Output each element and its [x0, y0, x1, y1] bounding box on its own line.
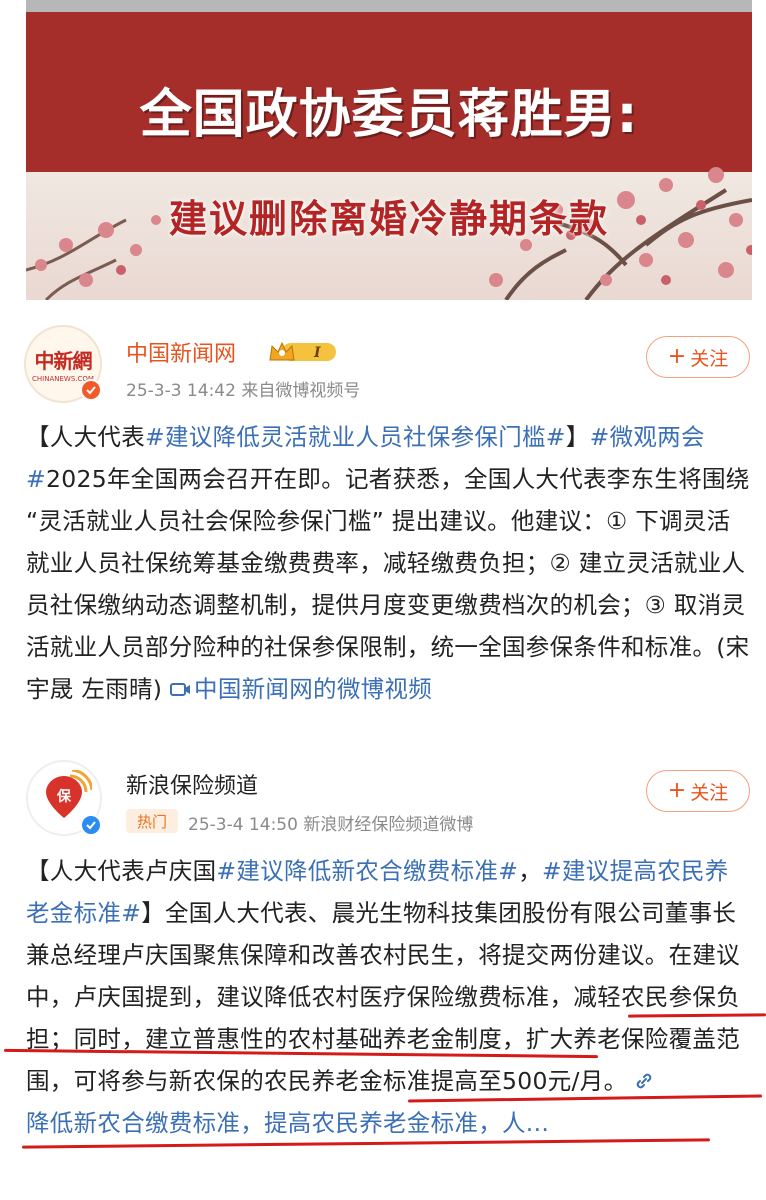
- post-timestamp-source: 25-3-3 14:42 来自微博视频号: [126, 381, 361, 401]
- follow-button[interactable]: + 关注: [646, 336, 750, 378]
- banner-top-strip: [26, 0, 752, 12]
- video-link-text: 中国新闻网的微博视频: [194, 675, 433, 703]
- verified-badge-icon: [80, 814, 102, 836]
- username[interactable]: 新浪保险频道: [126, 768, 258, 800]
- follow-label: 关注: [690, 781, 729, 804]
- post-text: 】全国人大代表、晨光生物科技集团股份有限公司董事长兼总经理卢庆国聚焦保障和改善农…: [26, 899, 740, 1095]
- verified-badge-icon: [80, 379, 102, 401]
- post-body: 【人大代表卢庆国#建议降低新农合缴费标准#，#建议提高农民养老金标准#】全国人大…: [26, 850, 750, 1144]
- post-text: 】: [565, 423, 590, 451]
- topic-link[interactable]: #建议降低新农合缴费标准#: [216, 857, 518, 885]
- topic-link[interactable]: #建议降低灵活就业人员社保参保门槛#: [145, 423, 566, 451]
- banner-subtitle: 建议删除离婚冷静期条款: [168, 197, 609, 241]
- article-link[interactable]: 降低新农合缴费标准，提高农民养老金标准，人...: [26, 1109, 549, 1137]
- weibo-post-sina-insurance: 保 新浪保险频道 热门 25-3-4 14:50 新浪财经保险频道微博 + 关注…: [0, 752, 766, 1200]
- svg-text:保: 保: [56, 788, 72, 805]
- post-timestamp-source: 25-3-4 14:50 新浪财经保险频道微博: [188, 815, 474, 835]
- news-banner-image[interactable]: 全国政协委员蒋胜男: 建议删除离婚冷静期条款: [26, 0, 752, 300]
- post-text: ，: [518, 857, 542, 885]
- post-body: 【人大代表#建议降低灵活就业人员社保参保门槛#】#微观两会#2025年全国两会召…: [26, 416, 750, 710]
- banner-title: 全国政协委员蒋胜男:: [139, 85, 639, 145]
- hot-badge: 热门: [126, 809, 178, 833]
- post-text: 【人大代表卢庆国: [26, 857, 217, 885]
- follow-button[interactable]: + 关注: [646, 770, 750, 812]
- follow-label: 关注: [690, 347, 729, 370]
- username[interactable]: 中国新闻网: [126, 336, 236, 368]
- plus-icon: +: [667, 344, 687, 369]
- chinanews-logo-text: 中新網: [34, 349, 93, 373]
- link-chain-icon: [637, 1073, 652, 1089]
- vip-crown-icon: I: [269, 341, 336, 361]
- plus-icon: +: [667, 778, 687, 803]
- post-text: 2025年全国两会召开在即。记者获悉，全国人大代表李东生将围绕 “灵活就业人员社…: [26, 465, 750, 703]
- vip-level: I: [313, 345, 321, 361]
- video-link[interactable]: 中国新闻网的微博视频: [170, 675, 432, 703]
- video-icon: [170, 683, 191, 696]
- weibo-post-chinanews: 中新網 CHINANEWS.COM 中国新闻网 I 25-3-3 14:42 来…: [0, 300, 766, 752]
- post-text: 【人大代表: [26, 423, 145, 451]
